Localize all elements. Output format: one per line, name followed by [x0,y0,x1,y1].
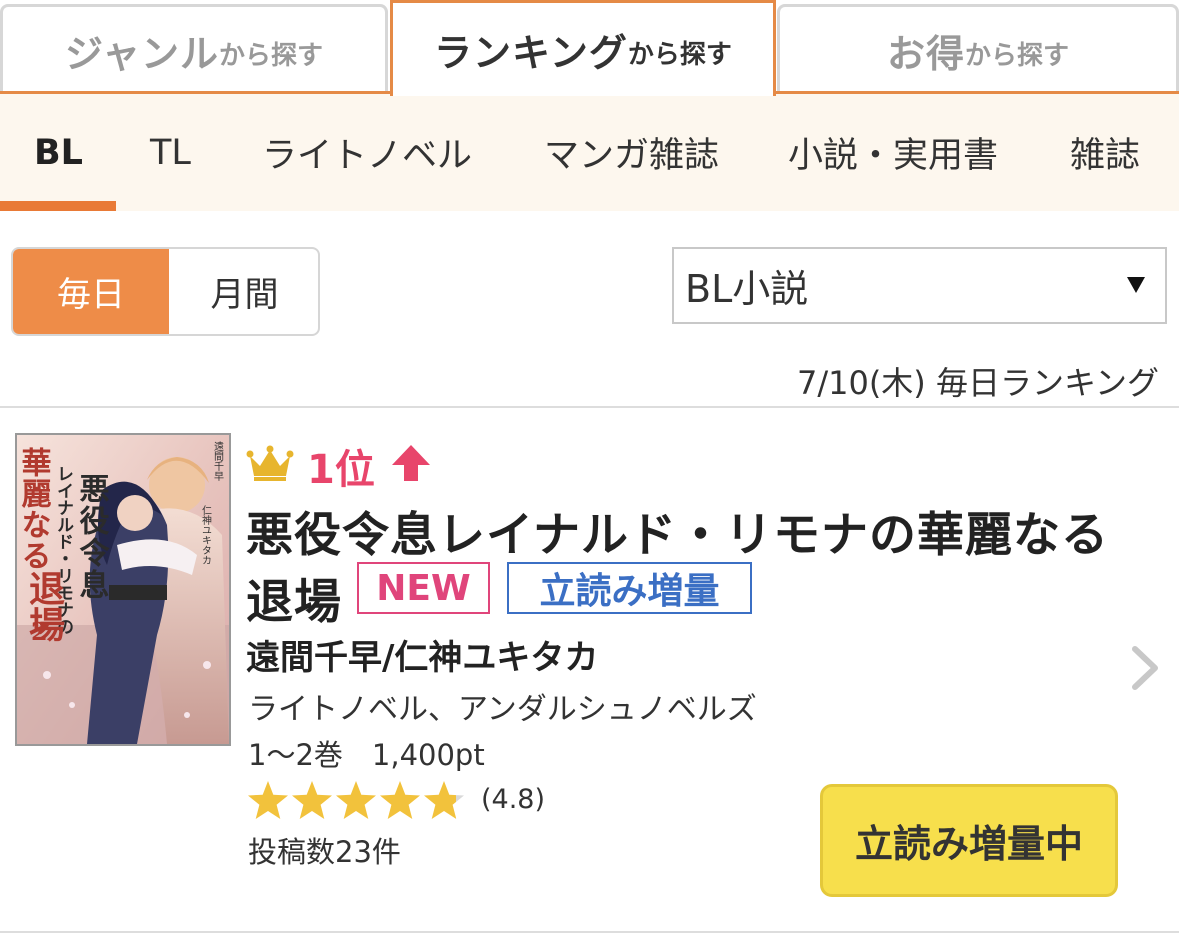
genre-tab-bar: BL TL ライトノベル マンガ雑誌 小説・実用書 雑誌 [0,94,1179,211]
tab-deals-search[interactable]: お得 から探す [777,4,1179,94]
star-rating [246,780,470,824]
star-icon [292,781,332,819]
preview-extended-button[interactable]: 立読み増量中 [820,784,1118,897]
triangle-down-icon [1127,277,1145,293]
book-cover-art: 悪役令息 レイナルド・リモナの 華麗なる 退場 2 遠間千早 仁神ユキタカ [17,435,229,744]
genre-label: ライトノベル、アンダルシュノベルズ [248,692,757,727]
period-monthly-button[interactable]: 月間 [169,249,318,334]
arrow-up-icon [392,445,430,481]
rating-value: (4.8) [481,784,546,815]
divider-bottom [0,931,1179,933]
book-title-line-1[interactable]: 悪役令息レイナルド・リモナの華麗なる [246,496,1109,565]
period-toggle: 毎日 月間 [11,247,320,336]
tab-deals-main: お得 [886,32,965,76]
book-cover[interactable]: 悪役令息 レイナルド・リモナの 華麗なる 退場 2 遠間千早 仁神ユキタカ [15,433,231,746]
genre-tab-novel-practical[interactable]: 小説・実用書 [788,94,998,211]
new-badge: NEW [357,562,490,614]
period-daily-button[interactable]: 毎日 [13,249,169,334]
category-select[interactable]: BL小説 [672,247,1167,324]
cover-author: 遠間千早 [212,440,224,482]
cover-title-2: 華麗なる [17,447,52,571]
review-count[interactable]: 投稿数23件 [248,829,401,871]
rank-label: 1位 [307,447,375,493]
book-title-line-2[interactable]: 退場 [246,563,342,632]
volumes-price: 1〜2巻 1,400pt [248,738,485,772]
divider-top [0,406,1179,408]
author-name[interactable]: 遠間千早/仁神ユキタカ [246,630,598,679]
preview-extended-badge: 立読み増量 [507,562,752,614]
tab-ranking-main: ランキング [434,31,628,75]
cover-volume: 2 [31,617,48,646]
genre-tab-light-novel[interactable]: ライトノベル [262,94,472,211]
tab-genre-search[interactable]: ジャンル から探す [0,4,388,94]
tab-deals-suffix: から探す [965,41,1070,71]
star-icon [336,781,376,819]
tab-genre-main: ジャンル [64,32,220,76]
chevron-right-icon[interactable] [1130,645,1160,691]
tab-genre-suffix: から探す [219,41,324,71]
genre-tab-bl[interactable]: BL [34,94,83,211]
tab-ranking-search[interactable]: ランキング から探す [390,0,776,96]
genre-tab-tl[interactable]: TL [150,94,191,211]
tab-ranking-suffix: から探す [627,40,732,70]
genre-tab-magazine[interactable]: 雑誌 [1070,94,1140,211]
cover-title-1: 悪役令息 [74,473,110,601]
genre-tab-manga-magazine[interactable]: マンガ雑誌 [544,94,719,211]
ranking-date-label: 7/10(木) 毎日ランキング [796,364,1159,402]
cover-artist: 仁神ユキタカ [200,505,212,565]
category-select-value: BL小説 [685,267,809,311]
star-rating-graphic [248,781,464,819]
top-tab-bar: ジャンル から探す ランキング から探す お得 から探す [0,0,1179,96]
genre-active-indicator [0,201,116,211]
star-icon [248,781,288,819]
crown-icon [246,445,294,481]
star-icon [380,781,420,819]
star-icon [424,781,464,819]
